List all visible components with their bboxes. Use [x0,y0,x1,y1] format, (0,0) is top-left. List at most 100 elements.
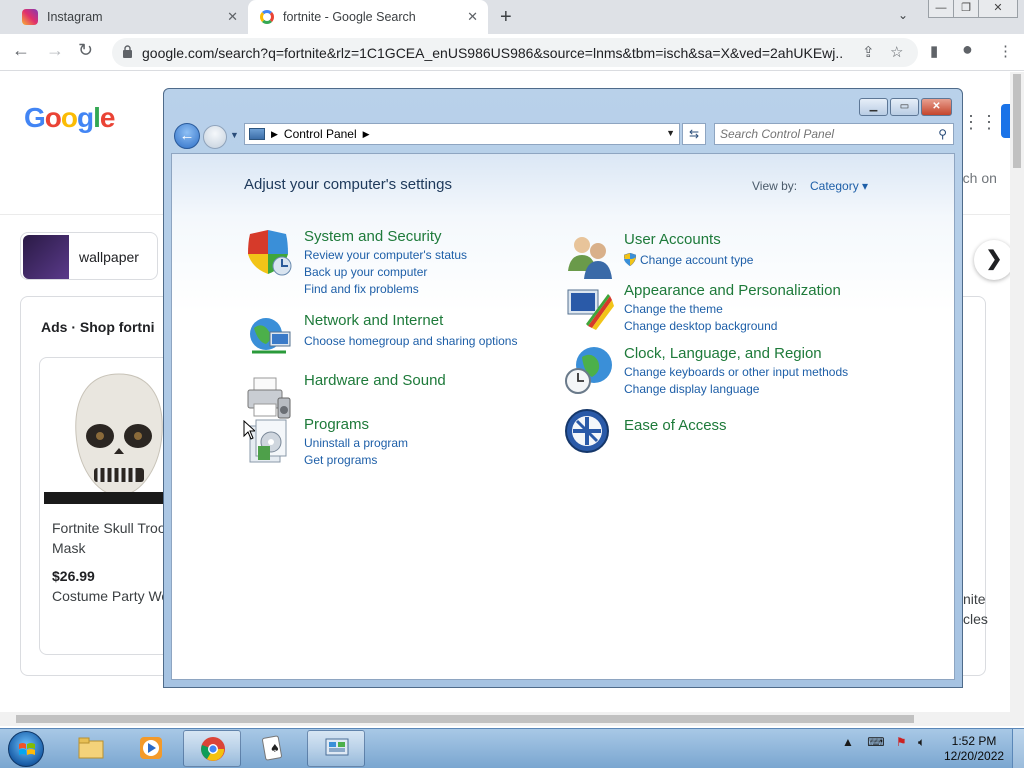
product-price: $26.99 [52,568,95,584]
back-button[interactable]: ← [12,40,30,61]
taskbar-chrome[interactable] [183,730,241,767]
horizontal-scroll-thumb[interactable] [16,715,914,723]
category-title[interactable]: Ease of Access [624,417,727,434]
forward-arrow-icon[interactable] [203,125,227,149]
taskbar-clock[interactable]: 1:52 PM 12/20/2022 [944,734,1004,764]
category-title[interactable]: Appearance and Personalization [624,282,841,299]
back-arrow-icon[interactable]: ← [174,123,200,149]
link-review-status[interactable]: Review your computer's status [304,248,467,262]
control-panel-icon [249,128,265,140]
cp-maximize-button[interactable]: ▭ [890,98,919,116]
vertical-scrollbar[interactable] [1010,72,1024,712]
link-change-account-type[interactable]: Change account type [640,253,753,267]
page-title: Adjust your computer's settings [244,176,452,193]
forward-button[interactable]: → [46,40,64,61]
link-homegroup[interactable]: Choose homegroup and sharing options [304,334,517,348]
address-bar[interactable]: google.com/search?q=fortnite&rlz=1C1GCEA… [112,38,918,67]
sign-in-button[interactable] [1001,104,1010,138]
category-title[interactable]: System and Security [304,228,442,245]
network-icon[interactable]: ⌨ [867,735,884,749]
lock-icon [123,45,132,58]
tab-instagram[interactable]: Instagram ✕ [10,0,248,34]
tab-search-button[interactable]: ⌄ [898,8,908,22]
system-tray: ▲ ⌨ ⚑ 🔈︎ [842,735,925,750]
chrome-menu-icon[interactable]: ⋮ [998,42,1013,60]
side-panel-icon[interactable]: ▮ [930,42,938,60]
category-title[interactable]: Hardware and Sound [304,372,446,389]
volume-icon[interactable]: 🔈︎ [918,735,925,749]
start-button[interactable] [8,731,44,767]
search-input[interactable] [715,124,925,144]
share-icon[interactable]: ⇪ [862,43,875,61]
link-get-programs[interactable]: Get programs [304,453,377,467]
breadcrumb-control-panel[interactable]: Control Panel [284,127,357,141]
tab-google-search[interactable]: fortnite - Google Search ✕ [248,0,488,34]
breadcrumb[interactable]: ▶ Control Panel ▶ ▼ [244,123,680,145]
control-panel-icon [325,738,349,756]
link-change-display-language[interactable]: Change display language [624,382,759,396]
cp-minimize-button[interactable]: ▁ [859,98,888,116]
cp-search-box[interactable]: ⚲ [714,123,954,145]
profile-avatar-icon[interactable]: ● [962,39,973,60]
uac-shield-icon [623,252,637,267]
cp-content: Adjust your computer's settings View by:… [171,153,955,680]
category-title[interactable]: Programs [304,416,369,433]
clock-time: 1:52 PM [951,734,997,748]
breadcrumb-arrow-icon[interactable]: ▶ [363,129,370,140]
view-by-value: Category [810,179,859,193]
minimize-button[interactable]: — [928,0,954,18]
cp-navigation-bar: ← ▼ ▶ Control Panel ▶ ▼ ⇆ ⚲ [172,121,956,151]
shield-icon[interactable] [244,228,294,278]
link-change-theme[interactable]: Change the theme [624,302,723,316]
google-logo[interactable]: Google [24,102,115,134]
category-title[interactable]: Clock, Language, and Region [624,345,822,362]
show-hidden-icons[interactable]: ▲ [842,735,854,749]
breadcrumb-arrow-icon[interactable]: ▶ [271,129,278,140]
recent-pages-dropdown-icon[interactable]: ▼ [230,130,239,140]
ease-of-access-icon[interactable] [564,408,614,458]
link-change-keyboards[interactable]: Change keyboards or other input methods [624,365,848,379]
link-find-fix[interactable]: Find and fix problems [304,282,419,296]
clock-globe-icon[interactable] [564,345,614,395]
taskbar-explorer[interactable] [62,730,120,767]
reload-button[interactable]: ↻ [78,40,93,61]
close-tab-icon[interactable]: ✕ [227,9,238,25]
appearance-icon[interactable] [564,282,614,332]
link-back-up[interactable]: Back up your computer [304,265,427,279]
taskbar-media-player[interactable] [122,730,180,767]
view-by-dropdown[interactable]: Category ▾ [810,179,868,193]
printer-icon[interactable] [244,372,294,422]
action-center-icon[interactable]: ⚑ [896,735,907,749]
chevron-down-icon[interactable]: ▼ [666,128,675,138]
category-title[interactable]: Network and Internet [304,312,443,329]
category-title[interactable]: User Accounts [624,231,721,248]
google-icon [260,10,274,24]
browser-toolbar: ← → ↻ google.com/search?q=fortnite&rlz=1… [0,34,1024,71]
chips-next-button[interactable]: ❯ [974,240,1014,280]
link-uninstall[interactable]: Uninstall a program [304,436,408,450]
close-window-button[interactable]: ✕ [978,0,1018,18]
close-tab-icon[interactable]: ✕ [467,9,478,25]
new-tab-button[interactable]: + [500,6,512,29]
cut-product-text: cles [963,611,988,627]
refresh-icon[interactable]: ⇆ [682,123,706,145]
related-chip-wallpaper[interactable]: wallpaper [20,232,158,280]
show-desktop-button[interactable] [1012,729,1024,768]
taskbar-control-panel[interactable] [307,730,365,767]
link-change-background[interactable]: Change desktop background [624,319,777,333]
search-icon[interactable]: ⚲ [938,127,947,141]
bookmark-star-icon[interactable]: ☆ [890,43,903,61]
media-player-icon [140,737,162,759]
restore-button[interactable]: ❐ [953,0,979,18]
ads-label: Ads · Shop fortni [41,319,155,335]
svg-text:♠: ♠ [270,742,280,755]
clock-date: 12/20/2022 [944,749,1005,763]
cp-close-button[interactable]: ✕ [921,98,952,116]
users-icon[interactable] [564,231,614,281]
network-globe-icon[interactable] [244,312,294,362]
horizontal-scrollbar[interactable] [0,712,1024,726]
mouse-cursor-icon [243,420,255,440]
taskbar-solitaire[interactable]: ♠ [244,730,302,767]
windows-taskbar: ♠ ▲ ⌨ ⚑ 🔈︎ 1:52 PM 12/20/2022 [0,728,1024,768]
vertical-scroll-thumb[interactable] [1013,74,1021,168]
